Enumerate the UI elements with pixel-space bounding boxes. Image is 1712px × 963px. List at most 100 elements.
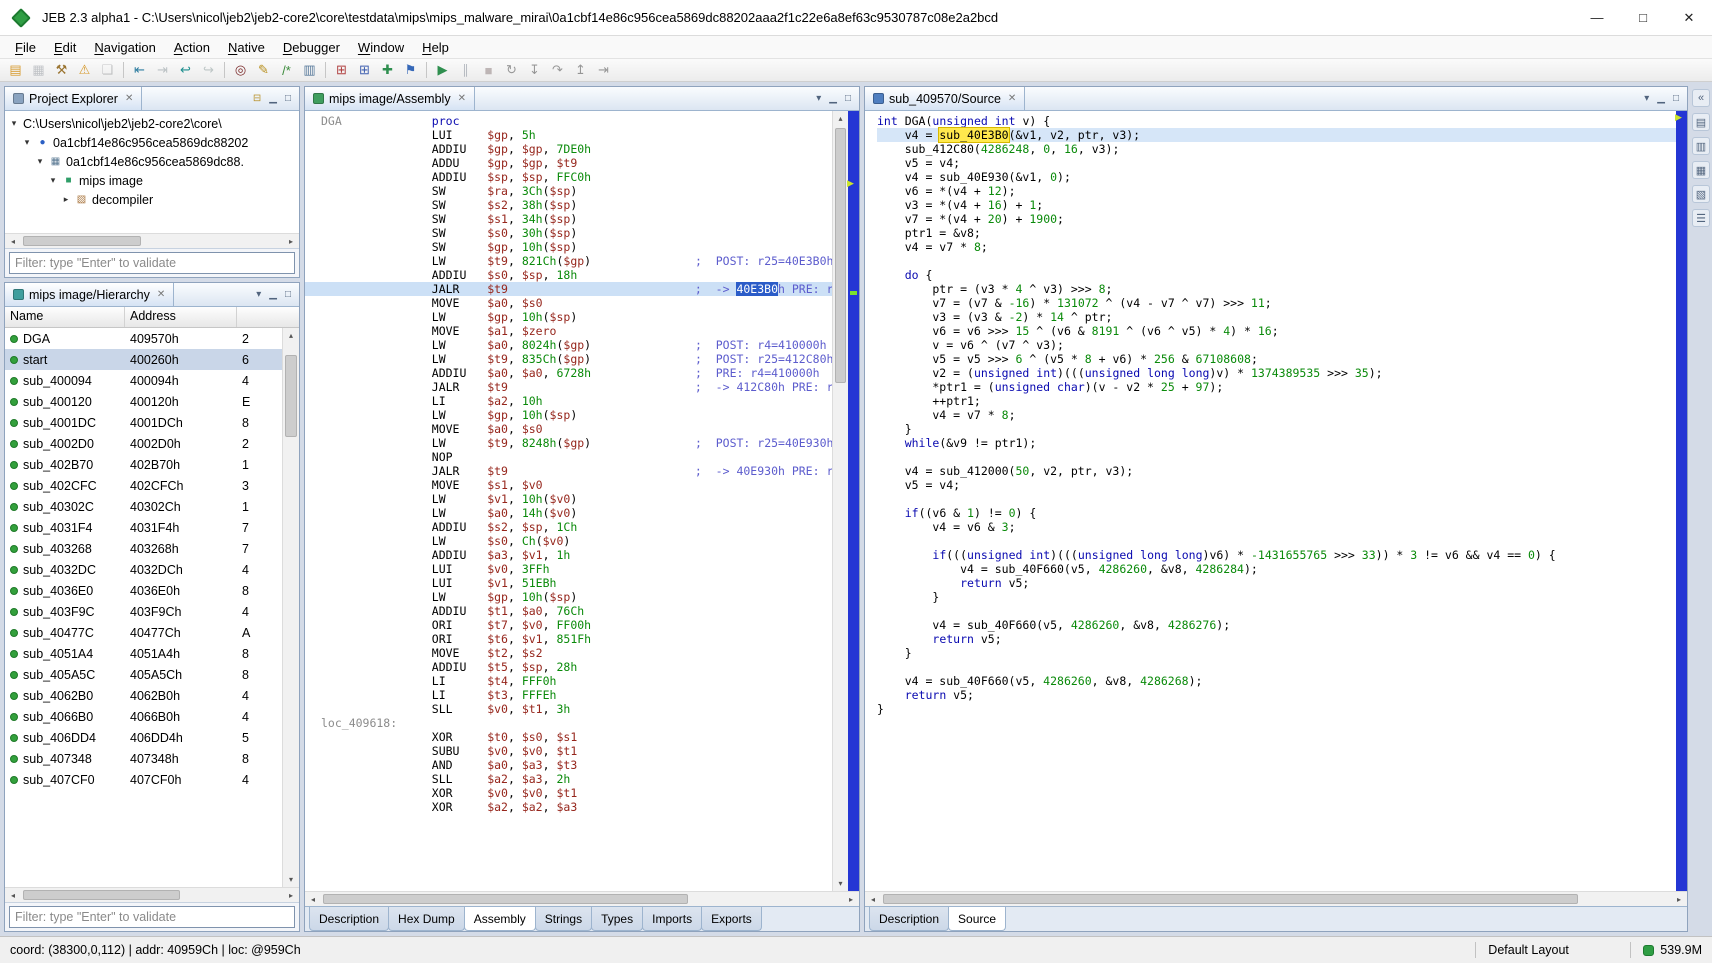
minimized-view-icon-2[interactable]: ▥ <box>1692 137 1710 155</box>
source-line[interactable]: } <box>877 646 1676 660</box>
assembly-line[interactable]: JALR $t9 ; -> 40E930h PRE: r25=40E930h <box>305 464 832 478</box>
alerts-icon[interactable]: ⚠ <box>73 60 96 81</box>
hierarchy-row[interactable]: sub_400094400094h4 <box>5 370 282 391</box>
close-tab-icon[interactable]: ✕ <box>1008 93 1016 104</box>
hierarchy-row[interactable]: sub_4031F44031F4h7 <box>5 517 282 538</box>
menu-edit[interactable]: Edit <box>45 38 85 57</box>
assembly-line[interactable]: LW $gp, 10h($sp) <box>305 310 832 324</box>
scroll-right-icon[interactable]: ▸ <box>1671 892 1687 906</box>
source-line[interactable]: v5 = v5 >>> 6 ^ (v5 * 8 + v6) * 256 & 67… <box>877 352 1676 366</box>
source-line[interactable]: v4 = sub_40F660(v5, 4286260, &v8, 428628… <box>877 562 1676 576</box>
assembly-line[interactable]: JALR $t9 ; -> 40E3B0h PRE: r25=40E3B0h <box>305 282 832 296</box>
minimized-view-icon-1[interactable]: ▤ <box>1692 113 1710 131</box>
assembly-line[interactable]: AND $a0, $a3, $t3 <box>305 758 832 772</box>
assembly-line[interactable]: ORI $t6, $v1, 851Fh <box>305 632 832 646</box>
jump-back-icon[interactable]: ⇤ <box>128 60 151 81</box>
nav-back-icon[interactable]: ↩ <box>174 60 197 81</box>
tab-assembly-editor[interactable]: mips image/Assembly ✕ <box>305 87 475 110</box>
minimized-view-icon-4[interactable]: ▧ <box>1692 185 1710 203</box>
scrollbar-thumb[interactable] <box>23 890 180 900</box>
hierarchy-row[interactable]: sub_405A5C405A5Ch8 <box>5 664 282 685</box>
hierarchy-row[interactable]: sub_406DD4406DD4h5 <box>5 727 282 748</box>
source-line[interactable]: v4 = v7 * 8; <box>877 240 1676 254</box>
assembly-line[interactable]: SW $s0, 30h($sp) <box>305 226 832 240</box>
assembly-line[interactable]: ADDIU $t5, $sp, 28h <box>305 660 832 674</box>
source-line[interactable]: return v5; <box>877 576 1676 590</box>
scroll-left-icon[interactable]: ◂ <box>5 234 21 248</box>
assembly-line[interactable]: SW $s1, 34h($sp) <box>305 212 832 226</box>
assembly-tab-strings[interactable]: Strings <box>535 907 592 931</box>
assembly-line[interactable]: SW $ra, 3Ch($sp) <box>305 184 832 198</box>
assembly-line[interactable]: LW $a0, 14h($v0) <box>305 506 832 520</box>
assembly-overview-ruler[interactable]: ▶ <box>848 111 859 891</box>
scroll-down-icon[interactable]: ▾ <box>283 872 299 887</box>
assembly-tab-hex-dump[interactable]: Hex Dump <box>388 907 465 931</box>
assembly-code[interactable]: DGA proc LUI $gp, 5h ADDIU $gp, $gp, 7DE… <box>305 111 832 891</box>
hierarchy-row[interactable]: sub_4001DC4001DCh8 <box>5 412 282 433</box>
close-tab-icon[interactable]: ✕ <box>125 93 133 104</box>
assembly-line[interactable]: NOP <box>305 450 832 464</box>
maximize-view-icon[interactable]: □ <box>845 93 851 104</box>
assembly-line[interactable]: XOR $v0, $v0, $t1 <box>305 786 832 800</box>
hierarchy-row[interactable]: sub_403F9C403F9Ch4 <box>5 601 282 622</box>
minimized-view-icon-3[interactable]: ▦ <box>1692 161 1710 179</box>
assembly-line[interactable]: ADDIU $a3, $v1, 1h <box>305 548 832 562</box>
hierarchy-row[interactable]: sub_4032DC4032DCh4 <box>5 559 282 580</box>
layout-selector[interactable]: Default Layout <box>1488 943 1618 957</box>
scroll-right-icon[interactable]: ▸ <box>843 892 859 906</box>
scrollbar-thumb[interactable] <box>323 894 688 904</box>
minimize-view-icon[interactable]: ▁ <box>269 289 277 300</box>
assembly-line[interactable]: ADDIU $s0, $sp, 18h <box>305 268 832 282</box>
hierarchy-row[interactable]: sub_4066B04066B0h4 <box>5 706 282 727</box>
assembly-line[interactable]: LW $t9, 835Ch($gp) ; POST: r25=412C80h <box>305 352 832 366</box>
project-tree-hscrollbar[interactable]: ◂ ▸ <box>5 233 299 248</box>
maximize-view-icon[interactable]: □ <box>285 93 291 104</box>
assembly-line[interactable]: LW $gp, 10h($sp) <box>305 408 832 422</box>
source-line[interactable]: v5 = v4; <box>877 478 1676 492</box>
source-line[interactable]: v7 = (v7 & -16) * 131072 ^ (v4 - v7 ^ v7… <box>877 296 1676 310</box>
scrollbar-track[interactable] <box>833 126 848 876</box>
scroll-down-icon[interactable]: ▾ <box>833 876 848 891</box>
source-line[interactable]: v4 = v7 * 8; <box>877 408 1676 422</box>
scroll-up-icon[interactable]: ▴ <box>283 328 299 343</box>
maximize-view-icon[interactable]: □ <box>285 289 291 300</box>
source-line[interactable]: if(((unsigned int)(((unsigned long long)… <box>877 548 1676 562</box>
view-menu-icon[interactable]: ▾ <box>256 289 261 300</box>
source-line[interactable] <box>877 492 1676 506</box>
assembly-line[interactable]: ADDIU $sp, $sp, FFC0h <box>305 170 832 184</box>
menu-help[interactable]: Help <box>413 38 458 57</box>
source-line[interactable]: ++ptr1; <box>877 394 1676 408</box>
hierarchy-row[interactable]: sub_4036E04036E0h8 <box>5 580 282 601</box>
assembly-line[interactable]: LUI $gp, 5h <box>305 128 832 142</box>
menu-file[interactable]: File <box>6 38 45 57</box>
hierarchy-row[interactable]: sub_403268403268h7 <box>5 538 282 559</box>
collapsed-arrow-icon[interactable]: ▸ <box>61 194 71 205</box>
assembly-line[interactable]: LUI $v0, 3FFh <box>305 562 832 576</box>
assembly-tab-imports[interactable]: Imports <box>642 907 702 931</box>
source-line[interactable] <box>877 604 1676 618</box>
column-header-address[interactable]: Address <box>125 307 237 327</box>
source-line[interactable]: while(&v9 != ptr1); <box>877 436 1676 450</box>
scrollbar-track[interactable] <box>21 234 283 248</box>
source-hscrollbar[interactable]: ◂ ▸ <box>865 891 1687 906</box>
assembly-line[interactable]: LUI $v1, 51EBh <box>305 576 832 590</box>
close-tab-icon[interactable]: ✕ <box>157 289 165 300</box>
assembly-line[interactable]: DGA proc <box>305 114 832 128</box>
source-line[interactable]: if((v6 & 1) != 0) { <box>877 506 1676 520</box>
assembly-line[interactable]: loc_409618: <box>305 716 832 730</box>
source-tab-source[interactable]: Source <box>948 907 1006 931</box>
assembly-line[interactable]: LW $gp, 10h($sp) <box>305 590 832 604</box>
menu-debugger[interactable]: Debugger <box>274 38 349 57</box>
scroll-up-icon[interactable]: ▴ <box>833 111 848 126</box>
hierarchy-row[interactable]: sub_402B70402B70h1 <box>5 454 282 475</box>
tab-project-explorer[interactable]: Project Explorer ✕ <box>5 87 142 110</box>
hierarchy-row[interactable]: sub_407CF0407CF0h4 <box>5 769 282 790</box>
hierarchy-row[interactable]: sub_407348407348h8 <box>5 748 282 769</box>
view-menu-icon[interactable]: ▾ <box>1644 93 1649 104</box>
assembly-line[interactable]: LW $v1, 10h($v0) <box>305 492 832 506</box>
rename-icon[interactable]: ✎ <box>252 60 275 81</box>
tools-icon[interactable]: ⚒ <box>50 60 73 81</box>
source-line[interactable]: *ptr1 = (unsigned char)(v - v2 * 25 + 97… <box>877 380 1676 394</box>
source-code[interactable]: int DGA(unsigned int v) { v4 = sub_40E3B… <box>865 111 1676 891</box>
source-line[interactable]: v4 = sub_40F660(v5, 4286260, &v8, 428626… <box>877 674 1676 688</box>
